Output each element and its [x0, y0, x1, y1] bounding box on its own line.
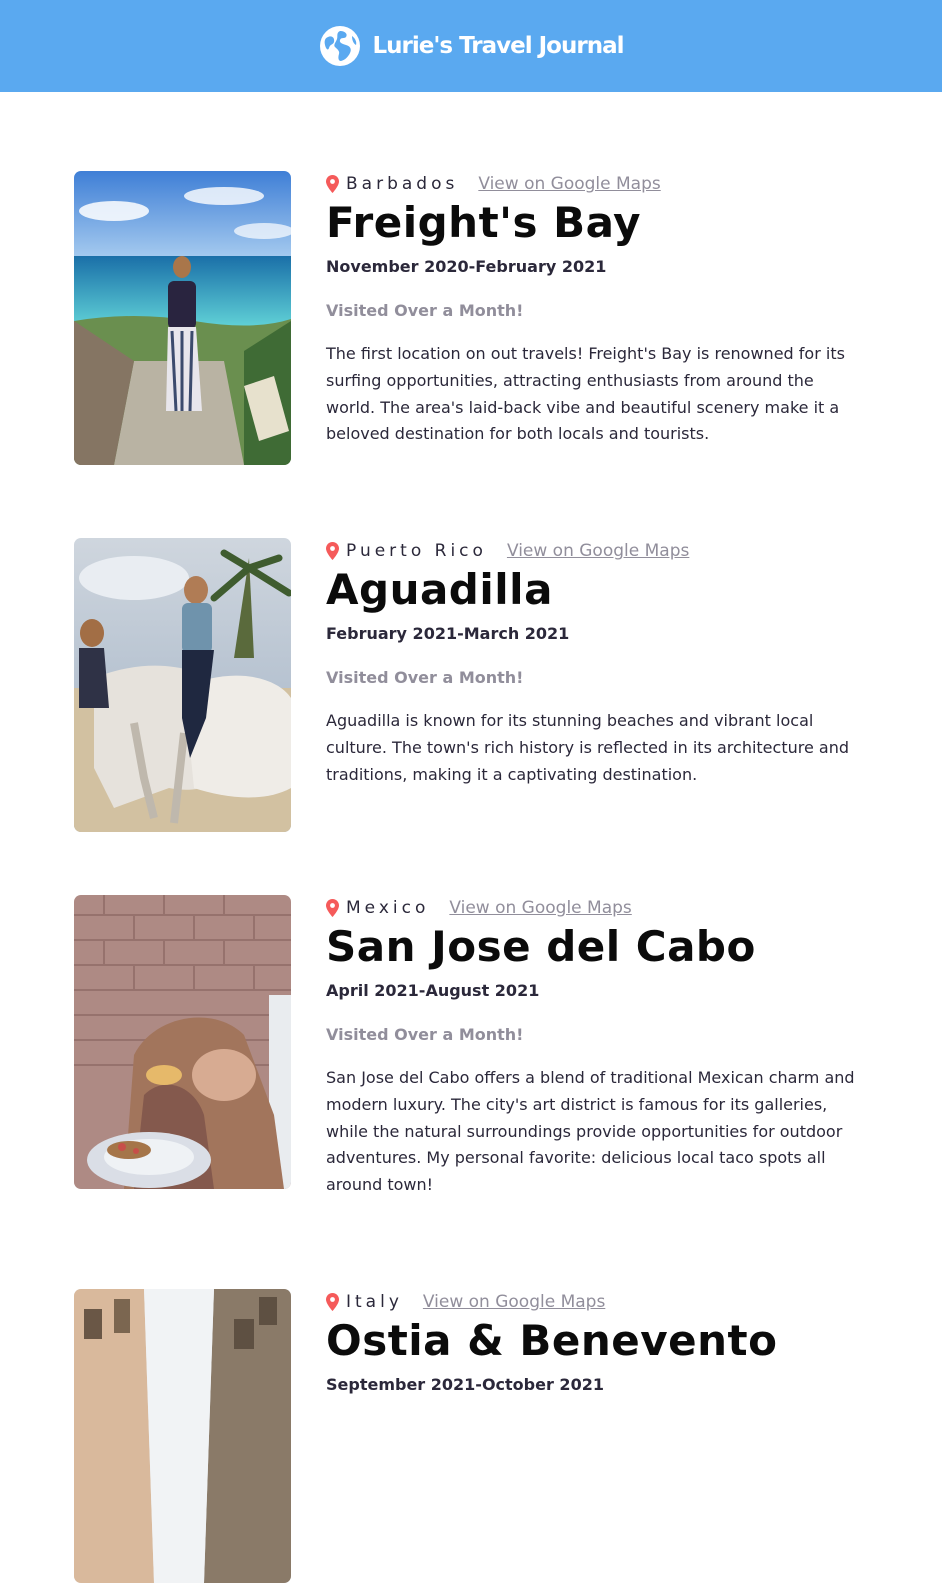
brand: Lurie's Travel Journal: [319, 25, 624, 67]
entry-dates: April 2021-August 2021: [326, 981, 540, 1000]
entry-country: Puerto Rico: [346, 541, 487, 561]
entry-country: Barbados: [346, 174, 459, 194]
map-pin-icon: [326, 175, 339, 193]
google-maps-link[interactable]: View on Google Maps: [423, 1292, 605, 1312]
map-pin-icon: [326, 542, 339, 560]
map-pin-icon: [326, 1293, 339, 1311]
entry-description: Aguadilla is known for its stunning beac…: [326, 711, 849, 784]
globe-icon: [319, 25, 361, 67]
visited-duration: Visited Over a Month!: [326, 668, 524, 687]
map-pin-icon: [326, 899, 339, 917]
entry-info: Mexico View on Google Maps San Jose del …: [326, 895, 866, 1199]
entry-photo: [74, 895, 291, 1189]
entry-description: The first location on out travels! Freig…: [326, 344, 845, 444]
entry-photo: [74, 171, 291, 465]
google-maps-link[interactable]: View on Google Maps: [507, 541, 689, 561]
visited-duration: Visited Over a Month!: [326, 301, 524, 320]
visited-duration: Visited Over a Month!: [326, 1025, 524, 1044]
entry-photo: [74, 1289, 291, 1583]
entry-title: Freight's Bay: [326, 198, 642, 247]
entry-description: San Jose del Cabo offers a blend of trad…: [326, 1068, 855, 1195]
entry-country: Mexico: [346, 898, 430, 918]
entry-info: Puerto Rico View on Google Maps Aguadill…: [326, 538, 866, 788]
entry-dates: November 2020-February 2021: [326, 257, 607, 276]
location-line: Barbados View on Google Maps: [326, 171, 866, 197]
app-header: Lurie's Travel Journal: [0, 0, 942, 92]
location-line: Puerto Rico View on Google Maps: [326, 538, 866, 564]
google-maps-link[interactable]: View on Google Maps: [449, 898, 631, 918]
entry-dates: September 2021-October 2021: [326, 1375, 604, 1394]
entry-info: Barbados View on Google Maps Freight's B…: [326, 171, 866, 448]
entry-info: Italy View on Google Maps Ostia & Beneve…: [326, 1289, 866, 1394]
location-line: Italy View on Google Maps: [326, 1289, 866, 1315]
entry-photo: [74, 538, 291, 832]
entry-dates: February 2021-March 2021: [326, 624, 570, 643]
google-maps-link[interactable]: View on Google Maps: [478, 174, 660, 194]
location-line: Mexico View on Google Maps: [326, 895, 866, 921]
entry-title: San Jose del Cabo: [326, 922, 756, 971]
entry-title: Ostia & Benevento: [326, 1316, 778, 1365]
app-title: Lurie's Travel Journal: [372, 33, 625, 59]
entry-country: Italy: [346, 1292, 403, 1312]
entry-title: Aguadilla: [326, 565, 553, 614]
